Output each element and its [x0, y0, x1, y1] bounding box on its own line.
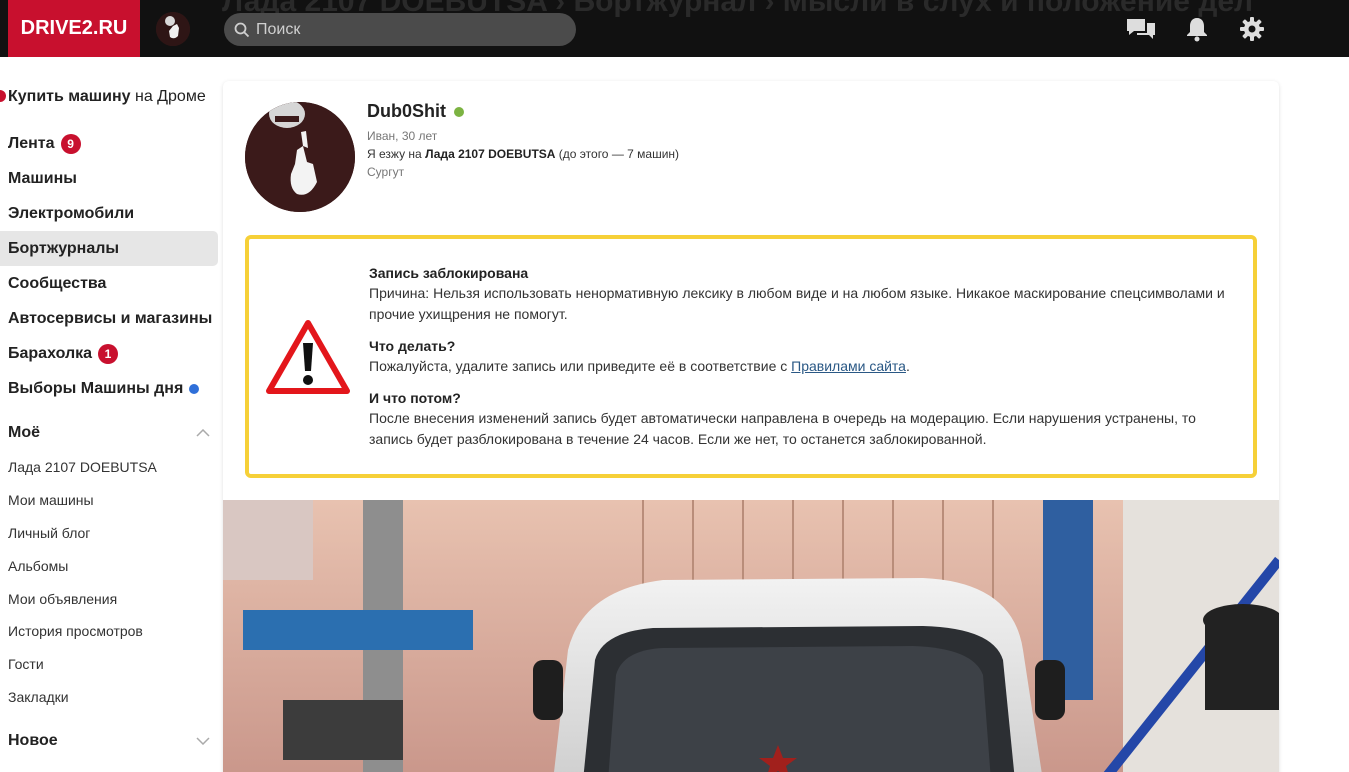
- what-text: Пожалуйста, удалите запись или приведите…: [369, 358, 788, 374]
- alert-then-title: И что потом?: [369, 390, 461, 406]
- profile-city: Сургут: [367, 165, 405, 179]
- sidebar-item-label: Выборы Машины дня: [8, 379, 184, 397]
- alert-reason: Причина: Нельзя использовать ненормативн…: [369, 285, 1225, 322]
- chevron-down-icon: [196, 737, 210, 745]
- notifications-icon[interactable]: [1181, 14, 1213, 44]
- sidebar-item-feed[interactable]: Лента 9: [0, 126, 218, 161]
- sidebar-item-label: Машины: [8, 169, 77, 187]
- sidebar-subitem-albums[interactable]: Альбомы: [8, 558, 68, 574]
- sidebar-subitem-blog[interactable]: Личный блог: [8, 525, 90, 541]
- what-end: .: [905, 358, 910, 374]
- buy-car-promo[interactable]: Купить машину на Дроме: [0, 88, 206, 106]
- sidebar-subitem-ads[interactable]: Мои объявления: [8, 591, 117, 607]
- profile-car-link[interactable]: Лада 2107 DOEBUTSA: [425, 147, 555, 161]
- sidebar-item-label: Бортжурналы: [8, 239, 120, 257]
- sidebar-subitem-history[interactable]: История просмотров: [8, 623, 143, 639]
- search-icon: [234, 22, 250, 37]
- sidebar-subitem-my-cars[interactable]: Мои машины: [8, 492, 94, 508]
- alert-then-text: После внесения изменений запись будет ав…: [369, 410, 1196, 447]
- profile-info: Иван, 30 лет: [367, 129, 438, 143]
- search-box[interactable]: [224, 13, 576, 46]
- sidebar-item-market[interactable]: Барахолка 1: [0, 336, 218, 371]
- site-rules-link[interactable]: Правилами сайта: [791, 358, 906, 374]
- sidebar-item-services[interactable]: Автосервисы и магазины: [0, 301, 218, 336]
- online-status-dot: [454, 106, 464, 117]
- alert-title: Запись заблокирована: [369, 265, 529, 281]
- alert-what-title: Что делать?: [369, 338, 456, 354]
- post-photo[interactable]: [223, 500, 1279, 772]
- drives-suffix: (до этого — 7 машин): [558, 147, 680, 161]
- sidebar-item-label: Электромобили: [8, 204, 135, 222]
- new-section-header[interactable]: Новое: [8, 732, 210, 750]
- chevron-up-icon: [196, 429, 210, 437]
- mine-section-title: Моё: [8, 424, 40, 441]
- sidebar-subitem-my-car[interactable]: Лада 2107 DOEBUTSA: [8, 459, 157, 475]
- blocked-alert: Запись заблокирована Причина: Нельзя исп…: [245, 235, 1257, 478]
- market-count-badge: 1: [98, 343, 119, 364]
- profile-drives: Я езжу на Лада 2107 DOEBUTSA (до этого —…: [367, 147, 679, 161]
- feed-count-badge: 9: [60, 133, 81, 154]
- promo-dot: [0, 90, 6, 102]
- messages-icon[interactable]: [1125, 14, 1157, 44]
- sidebar-item-cars[interactable]: Машины: [0, 161, 218, 196]
- sidebar-subitem-guests[interactable]: Гости: [8, 656, 44, 672]
- sidebar-item-label: Сообщества: [8, 274, 107, 292]
- promo-rest: на Дроме: [135, 88, 206, 105]
- sidebar-item-label: Барахолка: [8, 344, 93, 362]
- alert-what-text: Пожалуйста, удалите запись или приведите…: [369, 356, 1229, 377]
- sidebar-item-car-of-day[interactable]: Выборы Машины дня: [0, 371, 218, 406]
- search-input[interactable]: [256, 20, 576, 39]
- promo-bold: Купить машину: [8, 88, 131, 105]
- username-text: Dub0Shit: [367, 101, 446, 121]
- sidebar-item-label: Лента: [8, 134, 55, 152]
- post-card: Dub0Shit Иван, 30 лет Я езжу на Лада 210…: [223, 81, 1279, 772]
- alert-text: Запись заблокирована Причина: Нельзя исп…: [369, 263, 1229, 450]
- profile-username[interactable]: Dub0Shit: [367, 101, 464, 122]
- sidebar-item-communities[interactable]: Сообщества: [0, 266, 218, 301]
- mine-section-header[interactable]: Моё: [8, 424, 210, 442]
- settings-icon[interactable]: [1236, 14, 1268, 44]
- user-avatar[interactable]: [156, 12, 190, 46]
- top-bar: Лада 2107 DOEBUTSA › Бортжурнал › Мысли …: [0, 0, 1349, 57]
- drives-prefix: Я езжу на: [367, 147, 422, 161]
- sidebar-subitem-bookmarks[interactable]: Закладки: [8, 689, 69, 705]
- new-section-title: Новое: [8, 732, 58, 749]
- warning-icon: [265, 319, 351, 400]
- sidebar-item-electric[interactable]: Электромобили: [0, 196, 218, 231]
- new-indicator-dot: [189, 383, 200, 394]
- sidebar-item-logbooks[interactable]: Бортжурналы: [0, 231, 218, 266]
- profile-avatar[interactable]: [245, 102, 355, 212]
- sidebar-item-label: Автосервисы и магазины: [8, 309, 213, 327]
- site-logo[interactable]: DRIVE2.RU: [8, 0, 140, 57]
